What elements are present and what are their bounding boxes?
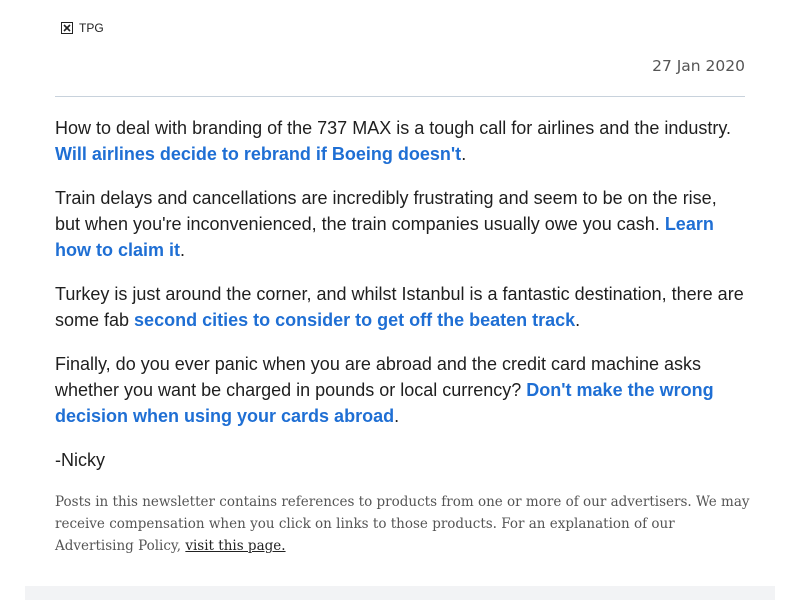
paragraph-end: . bbox=[575, 310, 581, 330]
newsletter-body: How to deal with branding of the 737 MAX… bbox=[55, 115, 745, 491]
newsletter-date: 27 Jan 2020 bbox=[652, 57, 745, 75]
paragraph-end: . bbox=[180, 240, 186, 260]
paragraph-currency: Finally, do you ever panic when you are … bbox=[55, 351, 745, 429]
advertiser-disclaimer: Posts in this newsletter contains refere… bbox=[55, 491, 755, 557]
advertising-policy-link[interactable]: visit this page. bbox=[185, 538, 285, 554]
logo[interactable]: TPG bbox=[61, 21, 104, 35]
paragraph-text: How to deal with branding of the 737 MAX… bbox=[55, 118, 732, 138]
paragraph-737-max: How to deal with branding of the 737 MAX… bbox=[55, 115, 745, 167]
paragraph-end: . bbox=[394, 406, 400, 426]
paragraph-text: Train delays and cancellations are incre… bbox=[55, 188, 717, 234]
paragraph-train-delays: Train delays and cancellations are incre… bbox=[55, 185, 745, 263]
broken-image-icon bbox=[61, 22, 73, 34]
paragraph-end: . bbox=[461, 144, 467, 164]
paragraph-turkey: Turkey is just around the corner, and wh… bbox=[55, 281, 745, 333]
logo-alt-text: TPG bbox=[79, 21, 104, 35]
disclaimer-text: Posts in this newsletter contains refere… bbox=[55, 494, 750, 554]
signoff: -Nicky bbox=[55, 450, 105, 470]
link-second-cities[interactable]: second cities to consider to get off the… bbox=[134, 310, 575, 330]
header-divider bbox=[55, 96, 745, 97]
link-rebrand-article[interactable]: Will airlines decide to rebrand if Boein… bbox=[55, 144, 461, 164]
footer-band bbox=[25, 586, 775, 600]
